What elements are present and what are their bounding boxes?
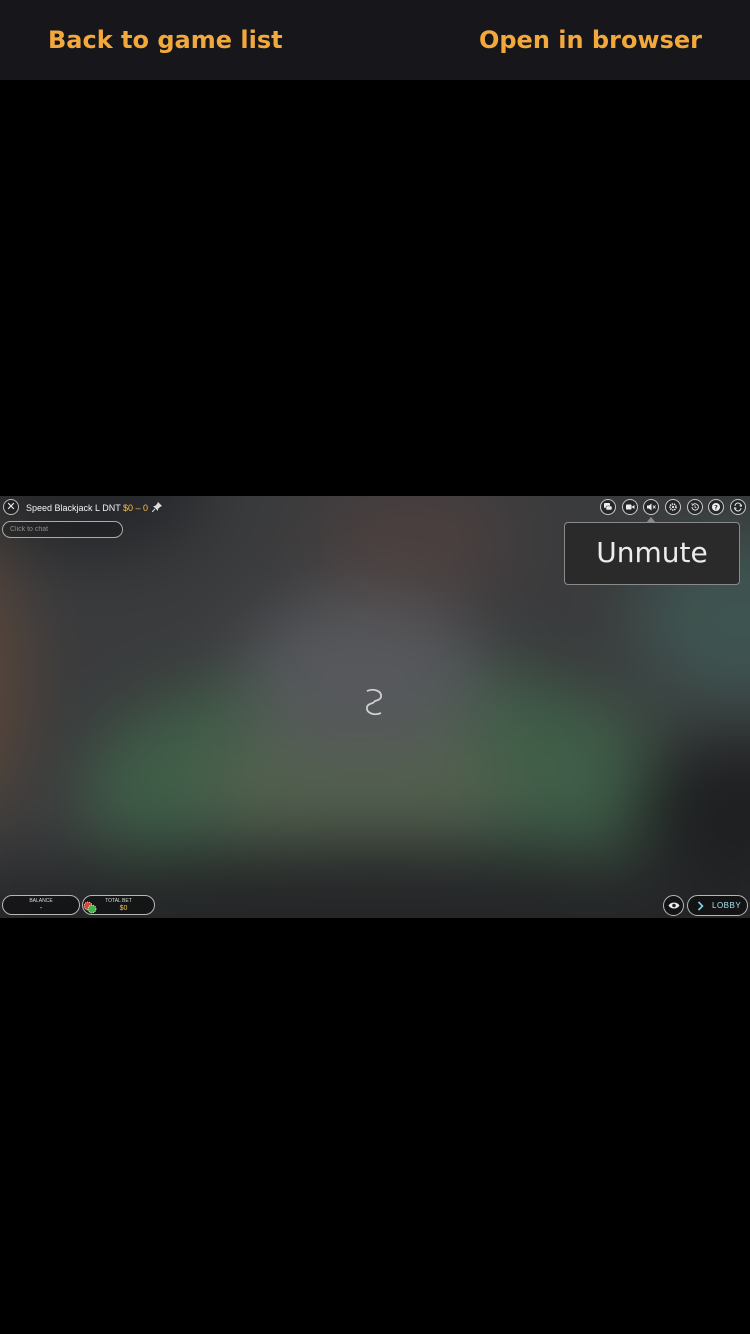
sound-muted-icon <box>647 503 656 511</box>
game-header: ✕ Speed Blackjack L DNT $0 – 0 ? <box>0 496 750 520</box>
lobby-icon <box>697 901 704 911</box>
lobby-button[interactable]: LOBBY <box>687 895 748 916</box>
video-button[interactable] <box>622 499 638 515</box>
balance-label: BALANCE <box>29 898 53 904</box>
lobby-label: LOBBY <box>712 901 742 910</box>
total-bet-label: TOTAL BET <box>105 898 132 904</box>
close-icon: ✕ <box>6 501 16 513</box>
open-in-browser-link[interactable]: Open in browser <box>479 26 702 54</box>
top-bar: Back to game list Open in browser <box>0 0 750 80</box>
eye-icon <box>668 902 679 909</box>
history-icon <box>691 503 699 511</box>
sound-button[interactable] <box>643 499 659 515</box>
chat-input[interactable] <box>2 521 123 538</box>
unmute-tooltip: Unmute <box>564 522 740 585</box>
chat-icon <box>604 503 613 511</box>
pin-icon[interactable] <box>152 502 162 512</box>
help-button[interactable]: ? <box>708 499 724 515</box>
fullscreen-icon <box>733 502 743 512</box>
balance-value: - <box>39 905 43 912</box>
spectate-button[interactable] <box>663 895 684 916</box>
history-button[interactable] <box>687 499 703 515</box>
chat-toggle-button[interactable] <box>600 499 616 515</box>
game-title: Speed Blackjack L DNT <box>26 503 121 513</box>
close-game-button[interactable]: ✕ <box>3 499 19 515</box>
back-to-game-list-link[interactable]: Back to game list <box>48 26 283 54</box>
balance-display: BALANCE - <box>2 895 80 915</box>
settings-icon <box>669 503 677 511</box>
fullscreen-button[interactable] <box>730 499 746 515</box>
settings-button[interactable] <box>665 499 681 515</box>
loading-spinner-icon <box>366 688 382 716</box>
game-viewport[interactable]: ✕ Speed Blackjack L DNT $0 – 0 ? Click t… <box>0 496 750 918</box>
help-icon: ? <box>712 503 720 511</box>
svg-text:?: ? <box>714 503 718 511</box>
video-icon <box>626 504 635 510</box>
bet-limits: $0 – 0 <box>123 503 149 513</box>
total-bet-value: $0 <box>119 905 128 912</box>
total-bet-display: TOTAL BET $0 <box>82 895 155 915</box>
